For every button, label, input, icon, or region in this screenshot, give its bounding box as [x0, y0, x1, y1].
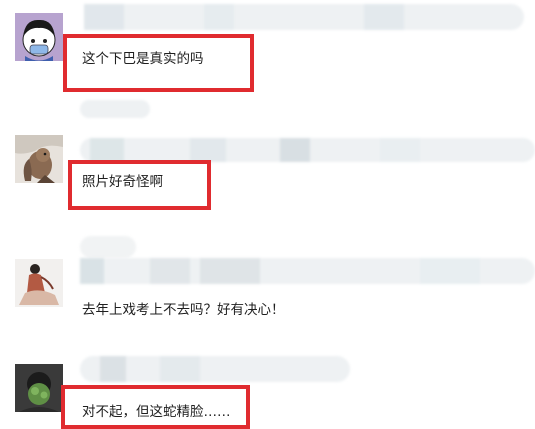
avatar[interactable]: [15, 135, 63, 183]
comment-text: 去年上戏考上不去吗？好有决心！: [82, 302, 285, 318]
username-blurred: [80, 100, 150, 118]
comment-text: 照片好奇怪啊: [82, 174, 163, 190]
username-blurred: [80, 236, 136, 258]
dark-photo-avatar-icon: [15, 364, 63, 412]
avatar[interactable]: [15, 259, 63, 307]
avatar[interactable]: [15, 13, 63, 61]
username-blurred: [80, 258, 535, 284]
username-blurred: [80, 356, 350, 382]
cartoon-girl-avatar-icon: [15, 13, 63, 61]
avatar[interactable]: [15, 364, 63, 412]
squirrel-photo-avatar-icon: [15, 135, 63, 183]
comment-feed: 这个下巴是真实的吗 照片好奇怪啊 去年上戏考上不去吗？好有决心！ 对不起，但这蛇…: [0, 0, 535, 429]
comment-text: 这个下巴是真实的吗: [82, 51, 204, 67]
comment-text: 对不起，但这蛇精脸……: [82, 404, 231, 420]
username-blurred: [84, 4, 524, 30]
costume-figure-avatar-icon: [15, 259, 63, 307]
username-blurred: [80, 138, 535, 162]
